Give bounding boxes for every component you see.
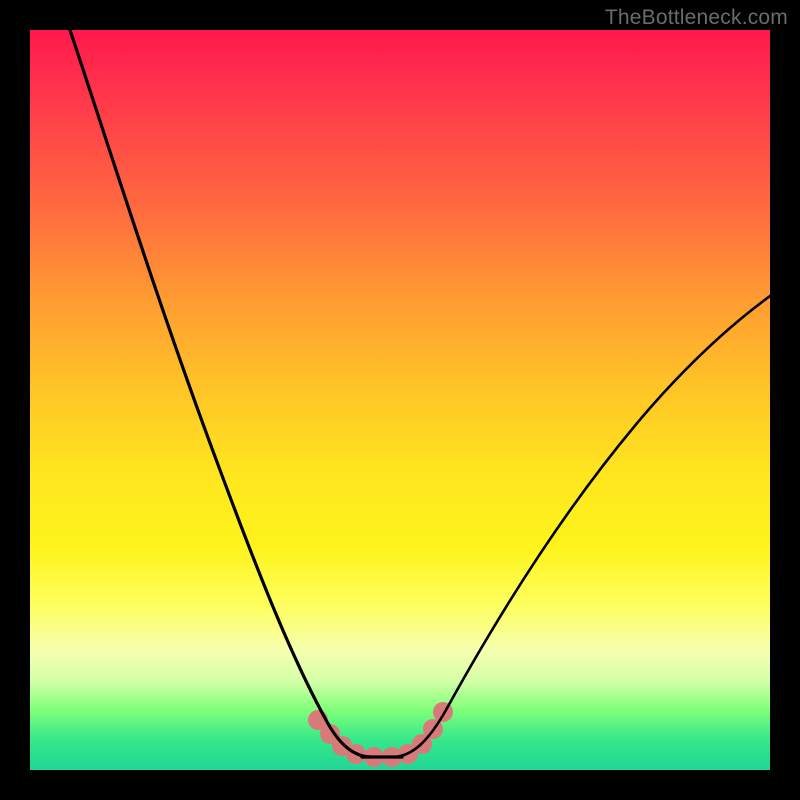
left-curve bbox=[70, 30, 370, 757]
plot-area bbox=[30, 30, 770, 770]
chart-frame: TheBottleneck.com bbox=[0, 0, 800, 800]
curve-layer bbox=[30, 30, 770, 770]
right-curve bbox=[394, 296, 770, 757]
watermark-text: TheBottleneck.com bbox=[605, 6, 788, 30]
